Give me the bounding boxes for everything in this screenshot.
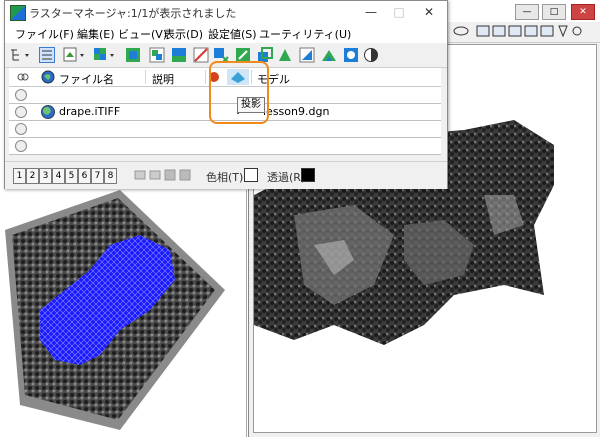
globe-icon [41, 105, 55, 119]
menu-view[interactable]: ビュー(V) [118, 26, 167, 42]
link-icon [15, 123, 27, 135]
column-separator [205, 70, 206, 84]
tool-icon-8[interactable] [277, 47, 293, 63]
color-swatch-black[interactable] [301, 168, 315, 182]
column-separator [145, 70, 146, 84]
tree-view-icon[interactable] [9, 47, 35, 63]
attach-raster-icon[interactable] [63, 47, 87, 63]
view-button-6[interactable]: 6 [78, 168, 91, 184]
tool-icon-9[interactable] [299, 47, 315, 63]
close-button[interactable]: ✕ [415, 4, 443, 20]
menu-settings[interactable]: 設定値(S) [208, 26, 257, 42]
link-icon [15, 89, 27, 101]
window-title: ラスターマネージャ:1/1が表示されました [29, 7, 237, 20]
drape-plan-view [5, 190, 225, 430]
raster-filename: drape.iTIFF [59, 105, 121, 118]
link-icon [15, 140, 27, 152]
menu-bar: ファイル(F) 編集(E) ビュー(V) 表示(D) 設定値(S) ユーティリテ… [5, 23, 447, 43]
view-2d-canvas[interactable] [0, 190, 247, 437]
color-swatch-white[interactable] [244, 168, 258, 182]
minimize-button[interactable]: — [515, 4, 539, 20]
print-tools-icons[interactable] [134, 168, 192, 182]
list-row-empty[interactable] [9, 138, 441, 155]
title-bar: ラスターマネージャ:1/1が表示されました — □ ✕ [5, 1, 447, 23]
raster-manager-app-icon [10, 5, 26, 21]
menu-display[interactable]: 表示(D) [164, 26, 203, 42]
link-icon [15, 106, 27, 118]
maximize-button[interactable]: □ [385, 4, 413, 20]
menu-file[interactable]: ファイル(F) [15, 26, 74, 42]
view-button-4[interactable]: 4 [52, 168, 65, 184]
list-view-icon[interactable] [39, 47, 55, 63]
tool-icon-2[interactable] [149, 47, 165, 63]
menu-edit[interactable]: 編集(E) [77, 26, 115, 42]
raster-model: lesson9.dgn [263, 105, 330, 118]
status-bar: 1 2 3 4 5 6 7 8 色相(T): 透過(R): [5, 161, 447, 189]
view-button-3[interactable]: 3 [39, 168, 52, 184]
highlight-callout [209, 61, 269, 124]
tool-icon-10[interactable] [321, 47, 337, 63]
tool-icon-4[interactable] [193, 47, 209, 63]
raster-color-icon[interactable] [93, 47, 117, 63]
color-label: 色相(T): [206, 171, 248, 184]
maximize-button[interactable]: □ [542, 4, 566, 20]
tool-icon-1[interactable] [125, 47, 141, 63]
tool-icon-11[interactable] [343, 47, 359, 63]
view-button-5[interactable]: 5 [65, 168, 78, 184]
globe-column-icon [41, 70, 55, 84]
close-button[interactable]: ✕ [571, 4, 595, 20]
column-description[interactable]: 説明 [152, 71, 174, 87]
link-column-icon [17, 73, 29, 81]
minimize-button[interactable]: — [357, 4, 385, 20]
view-button-2[interactable]: 2 [26, 168, 39, 184]
column-filename[interactable]: ファイル名 [59, 71, 114, 87]
view-button-8[interactable]: 8 [104, 168, 117, 184]
tool-icon-3[interactable] [171, 47, 187, 63]
view-button-1[interactable]: 1 [13, 168, 26, 184]
contrast-icon[interactable] [363, 47, 379, 63]
menu-utility[interactable]: ユーティリティ(U) [259, 26, 351, 42]
view-button-7[interactable]: 7 [91, 168, 104, 184]
